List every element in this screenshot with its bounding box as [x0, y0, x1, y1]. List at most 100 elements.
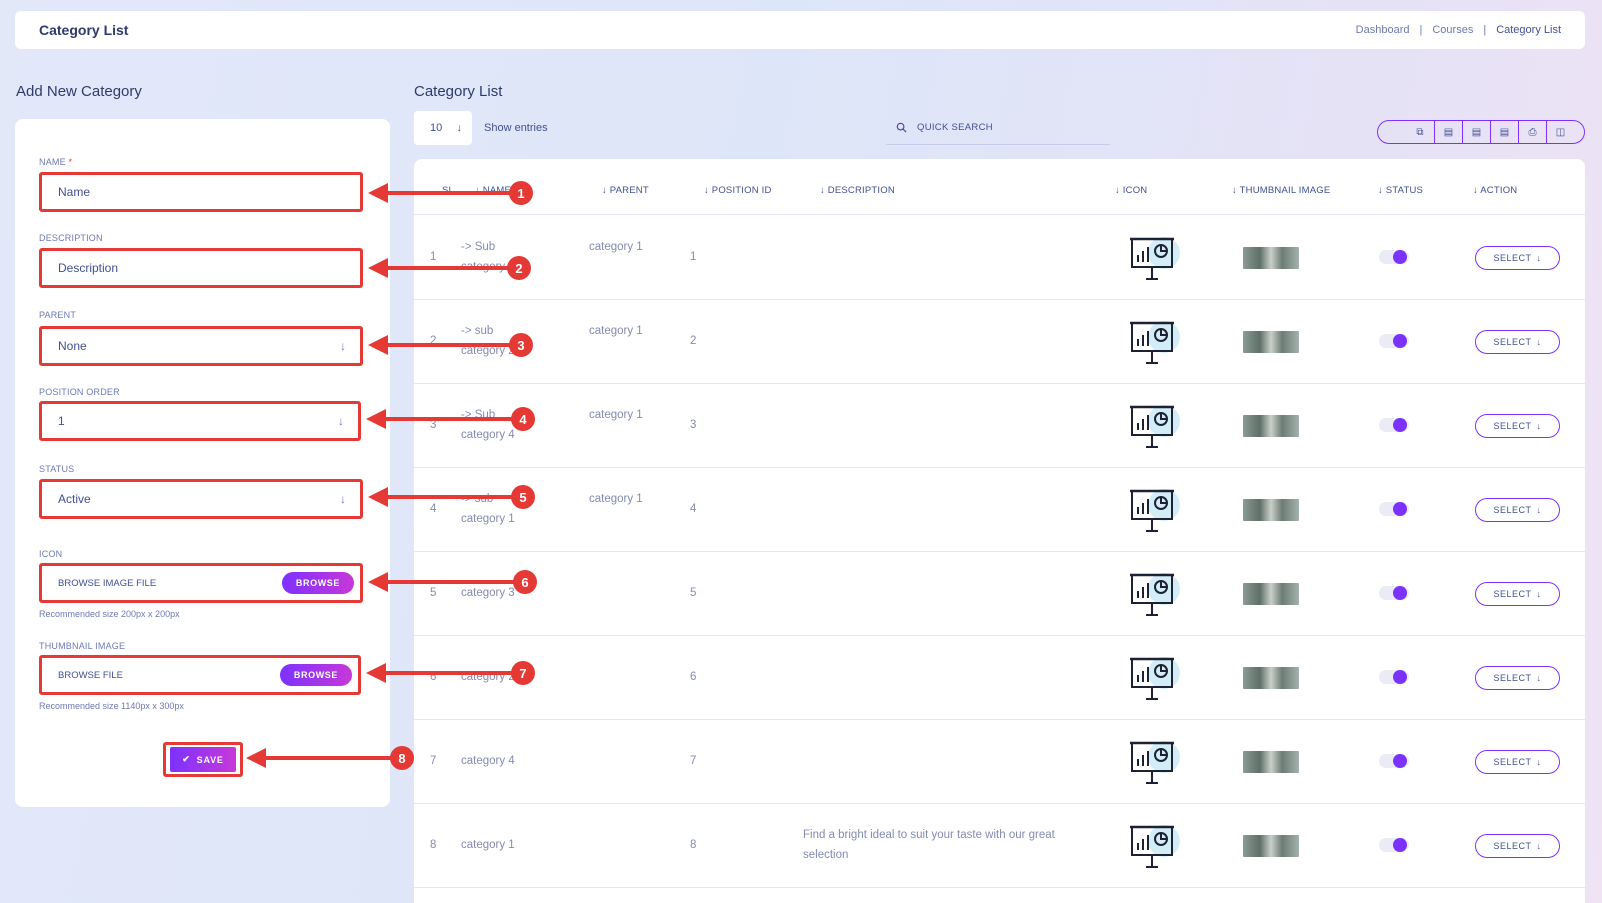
pdf-icon[interactable]: ▤ — [1490, 121, 1518, 143]
parent-select[interactable]: None ↓ — [39, 326, 363, 366]
toggle-knob — [1393, 586, 1407, 600]
presentation-chart-icon — [1124, 319, 1188, 367]
presentation-chart-icon — [1124, 403, 1188, 451]
select-action-button[interactable]: SELECT ↓ — [1475, 330, 1560, 354]
annotation-badge-1: 1 — [509, 181, 533, 205]
icon-file-input[interactable]: BROWSE IMAGE FILE BROWSE — [39, 563, 363, 603]
column-icon[interactable]: ↓ ICON — [1115, 185, 1147, 196]
column-description-label: DESCRIPTION — [827, 185, 895, 196]
select-action-button[interactable]: SELECT ↓ — [1475, 750, 1560, 774]
cell-sl: 5 — [430, 587, 437, 599]
name-label-text: NAME — [39, 157, 66, 167]
select-action-button[interactable]: SELECT ↓ — [1475, 582, 1560, 606]
select-action-button[interactable]: SELECT ↓ — [1475, 666, 1560, 690]
arrow-down-icon: ↓ — [1536, 841, 1542, 851]
status-toggle[interactable] — [1379, 250, 1409, 264]
print-icon[interactable]: ⎙ — [1518, 121, 1546, 143]
status-toggle[interactable] — [1379, 754, 1409, 768]
status-toggle[interactable] — [1379, 418, 1409, 432]
thumbnail-browse-button[interactable]: BROWSE — [279, 664, 352, 686]
icon-label: ICON — [39, 549, 63, 559]
cell-description: Find a bright ideal to suit your taste w… — [803, 829, 1055, 861]
thumbnail-image — [1243, 247, 1299, 269]
cell-position-id: 8 — [690, 839, 697, 851]
breadcrumb-dashboard[interactable]: Dashboard — [1356, 24, 1410, 36]
breadcrumb-category-list[interactable]: Category List — [1496, 24, 1561, 36]
form-title: Add New Category — [16, 83, 142, 100]
column-thumbnail[interactable]: ↓ THUMBNAIL IMAGE — [1232, 185, 1330, 196]
thumbnail-file-input[interactable]: BROWSE FILE BROWSE — [39, 655, 361, 695]
table-header: SL ↓ NAME ↓ PARENT ↓ POSITION ID ↓ DESCR… — [414, 159, 1585, 215]
arrow-down-icon: ↓ — [340, 492, 346, 506]
column-description[interactable]: ↓ DESCRIPTION — [820, 185, 895, 196]
column-status[interactable]: ↓ STATUS — [1378, 185, 1423, 196]
breadcrumb: Dashboard | Courses | Category List — [1356, 24, 1561, 36]
select-action-button[interactable]: SELECT ↓ — [1475, 246, 1560, 270]
thumbnail-size-hint: Recommended size 1140px x 300px — [39, 701, 184, 711]
description-placeholder: Description — [58, 261, 119, 275]
status-value: Active — [58, 492, 91, 506]
show-entries-label: Show entries — [484, 122, 548, 134]
entries-select[interactable]: 10 ↓ — [414, 111, 472, 145]
name-input[interactable]: Name — [39, 172, 363, 212]
excel-icon[interactable]: ▤ — [1462, 121, 1490, 143]
thumbnail-label: THUMBNAIL IMAGE — [39, 641, 126, 651]
toggle-knob — [1393, 334, 1407, 348]
cell-position-id: 1 — [690, 251, 697, 263]
select-label: SELECT — [1493, 589, 1532, 599]
column-parent[interactable]: ↓ PARENT — [602, 185, 649, 196]
thumbnail-image — [1243, 835, 1299, 857]
cell-name: category 4 — [461, 755, 515, 767]
save-button[interactable]: ✔ SAVE — [170, 747, 236, 772]
cell-parent: category 1 — [589, 325, 643, 337]
status-toggle[interactable] — [1379, 586, 1409, 600]
csv-icon[interactable]: ▤ — [1434, 121, 1462, 143]
column-position-id[interactable]: ↓ POSITION ID — [704, 185, 772, 196]
column-name[interactable]: ↓ NAME — [475, 185, 511, 196]
breadcrumb-courses[interactable]: Courses — [1432, 24, 1473, 36]
description-input[interactable]: Description — [39, 248, 363, 288]
cell-sl: 6 — [430, 671, 437, 683]
toggle-knob — [1393, 502, 1407, 516]
select-label: SELECT — [1493, 337, 1532, 347]
select-action-button[interactable]: SELECT ↓ — [1475, 414, 1560, 438]
breadcrumb-separator: | — [1419, 24, 1423, 36]
toggle-knob — [1393, 838, 1407, 852]
description-label: DESCRIPTION — [39, 233, 103, 243]
arrow-down-icon: ↓ — [456, 122, 463, 134]
arrow-down-icon: ↓ — [1536, 505, 1542, 515]
position-order-label: POSITION ORDER — [39, 387, 120, 397]
status-toggle[interactable] — [1379, 502, 1409, 516]
thumbnail-image — [1243, 331, 1299, 353]
select-action-button[interactable]: SELECT ↓ — [1475, 498, 1560, 522]
position-order-select[interactable]: 1 ↓ — [39, 401, 361, 441]
cell-parent: category 1 — [589, 241, 643, 253]
select-label: SELECT — [1493, 841, 1532, 851]
arrow-down-icon: ↓ — [1536, 757, 1542, 767]
quick-search-input[interactable]: QUICK SEARCH — [886, 111, 1110, 145]
copy-icon[interactable]: ⧉ — [1406, 121, 1434, 143]
thumbnail-image — [1243, 751, 1299, 773]
status-toggle[interactable] — [1379, 334, 1409, 348]
thumbnail-image — [1243, 499, 1299, 521]
status-toggle[interactable] — [1379, 670, 1409, 684]
column-sl[interactable]: SL — [442, 185, 454, 196]
cell-name: category 1 — [461, 839, 515, 851]
select-label: SELECT — [1493, 421, 1532, 431]
table-row: 3 -> Sub category 4 category 1 3 SELECT ↓ — [414, 383, 1585, 468]
category-table: SL ↓ NAME ↓ PARENT ↓ POSITION ID ↓ DESCR… — [414, 159, 1585, 903]
status-select[interactable]: Active ↓ — [39, 479, 363, 519]
toggle-knob — [1393, 670, 1407, 684]
status-toggle[interactable] — [1379, 838, 1409, 852]
cell-position-id: 4 — [690, 503, 697, 515]
annotation-badge-4: 4 — [511, 407, 535, 431]
toggle-knob — [1393, 250, 1407, 264]
parent-label: PARENT — [39, 310, 77, 320]
annotation-badge-6: 6 — [513, 570, 537, 594]
select-action-button[interactable]: SELECT ↓ — [1475, 834, 1560, 858]
column-action-label: ACTION — [1480, 185, 1518, 196]
columns-icon[interactable]: ◫ — [1546, 121, 1574, 143]
icon-browse-button[interactable]: BROWSE — [281, 572, 354, 594]
column-action[interactable]: ↓ ACTION — [1473, 185, 1517, 196]
export-buttons: ⧉ ▤ ▤ ▤ ⎙ ◫ — [1377, 120, 1585, 144]
